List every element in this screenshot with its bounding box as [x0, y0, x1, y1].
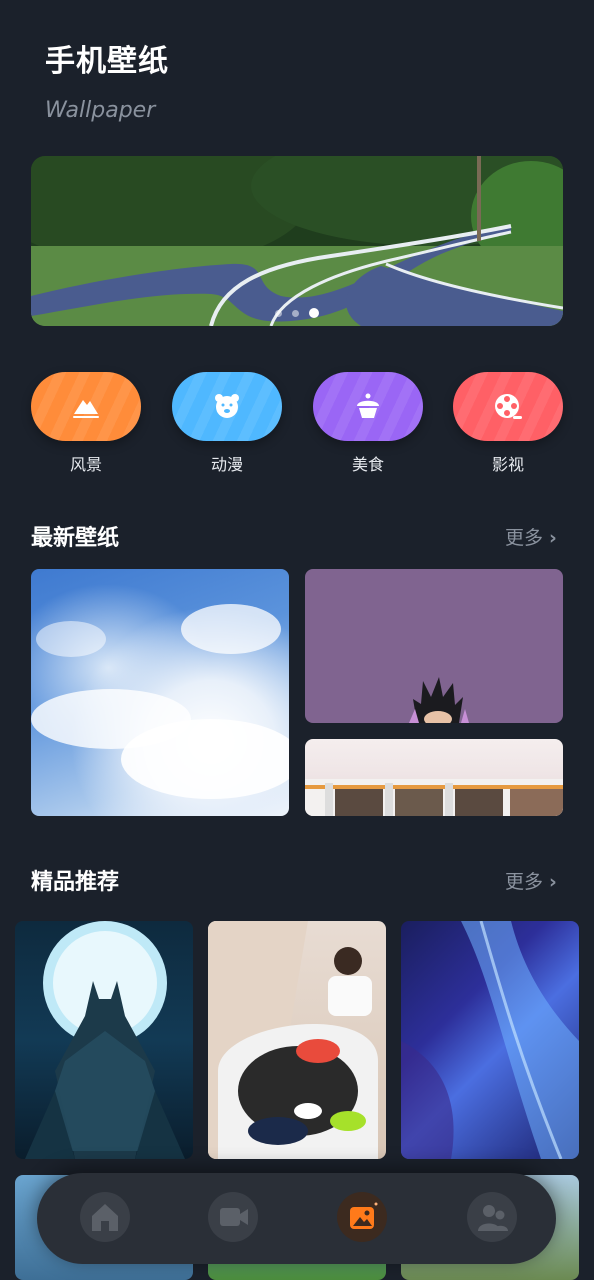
- cloud-image: [31, 604, 289, 799]
- carousel-indicators: [31, 308, 563, 318]
- category-anime-button[interactable]: [172, 372, 282, 441]
- anime-character-image: [409, 677, 469, 723]
- gallery-icon: [350, 1202, 378, 1229]
- latest-wallpaper-room[interactable]: [305, 739, 563, 816]
- chevron-right-icon: ›: [549, 871, 557, 893]
- category-label: 动漫: [210, 455, 243, 474]
- bear-icon: [215, 394, 239, 418]
- more-label: 更多: [505, 527, 544, 549]
- page-subtitle: Wallpaper: [45, 98, 156, 123]
- cupcake-icon: [357, 393, 379, 418]
- banner-carousel[interactable]: [31, 156, 563, 326]
- more-label: 更多: [505, 871, 544, 893]
- abstract-image: [401, 921, 579, 1159]
- carousel-dot-active[interactable]: [309, 308, 319, 318]
- category-movies[interactable]: 影视: [453, 372, 563, 475]
- video-camera-icon: [220, 1208, 248, 1226]
- users-icon: [478, 1205, 508, 1231]
- chevron-right-icon: ›: [549, 527, 557, 549]
- batman-image: [25, 921, 185, 1159]
- featured-wallpaper-sneakers[interactable]: [208, 921, 386, 1159]
- category-landscape-button[interactable]: [31, 372, 141, 441]
- category-label: 影视: [491, 455, 524, 474]
- featured-more-link[interactable]: 更多 ›: [505, 867, 557, 894]
- category-label: 美食: [351, 455, 384, 474]
- bottom-nav-bar: [37, 1173, 556, 1264]
- carousel-dot[interactable]: [292, 309, 299, 317]
- category-food[interactable]: 美食: [313, 372, 423, 475]
- latest-more-link[interactable]: 更多 ›: [505, 523, 557, 550]
- banner-image: [31, 156, 563, 326]
- home-icon: [92, 1204, 118, 1231]
- featured-section-title: 精品推荐: [31, 870, 120, 895]
- featured-wallpaper-batman[interactable]: [15, 921, 193, 1159]
- category-label: 风景: [69, 455, 102, 474]
- nav-home[interactable]: [80, 1192, 130, 1242]
- page-title: 手机壁纸: [45, 44, 169, 79]
- latest-wallpaper-anime[interactable]: [305, 569, 563, 723]
- featured-wallpaper-abstract[interactable]: [401, 921, 579, 1159]
- film-reel-icon: [495, 394, 522, 419]
- sneakers-image: [208, 921, 378, 1159]
- category-food-button[interactable]: [313, 372, 423, 441]
- nav-users[interactable]: [467, 1192, 517, 1242]
- latest-wallpaper-sky[interactable]: [31, 569, 289, 816]
- category-row: 风景 动漫 美食 影视: [31, 372, 563, 482]
- nav-gallery[interactable]: [337, 1192, 387, 1242]
- mountain-icon: [73, 400, 99, 418]
- latest-section-title: 最新壁纸: [31, 526, 120, 551]
- category-landscape[interactable]: 风景: [31, 372, 141, 475]
- room-image: [305, 779, 563, 816]
- nav-video[interactable]: [208, 1192, 258, 1242]
- category-movies-button[interactable]: [453, 372, 563, 441]
- category-anime[interactable]: 动漫: [172, 372, 282, 475]
- carousel-dot[interactable]: [275, 309, 282, 317]
